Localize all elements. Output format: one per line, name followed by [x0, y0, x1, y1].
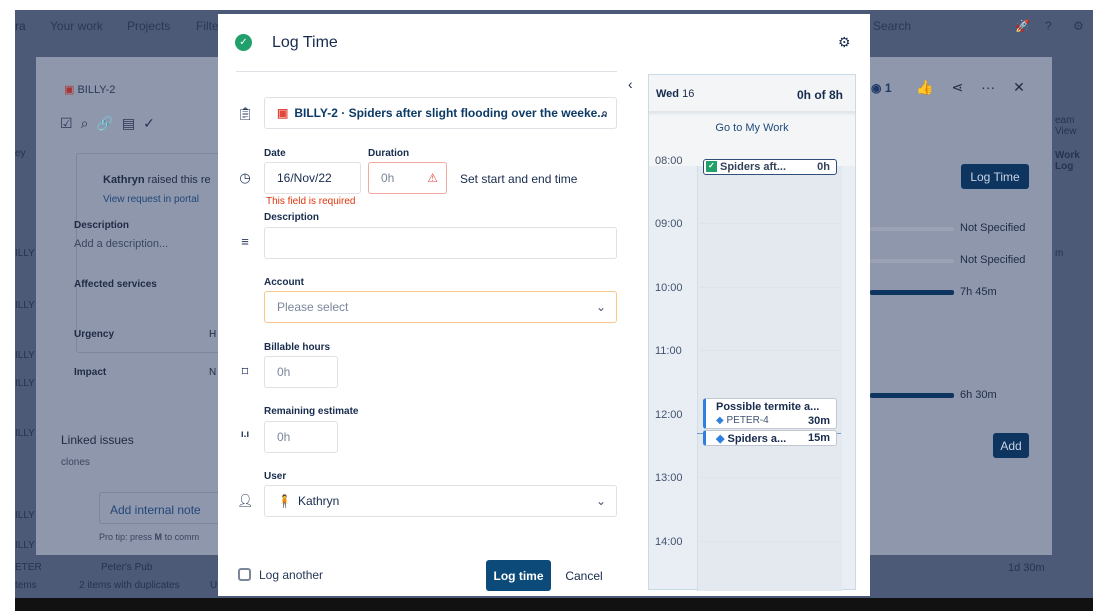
form-icon[interactable]: ▤ [122, 115, 135, 132]
remaining-estimate-field[interactable]: 0h [264, 421, 338, 453]
diamond-icon: ◆ [716, 415, 724, 426]
date-field[interactable]: 16/Nov/22 [264, 162, 361, 194]
checkbox-icon: ✓ [706, 161, 717, 172]
search-icon[interactable]: ⌕ [81, 115, 89, 132]
chevron-left-icon[interactable]: ‹ [628, 76, 633, 92]
add-button[interactable]: Add [993, 433, 1029, 458]
calendar-event[interactable]: ✓ Spiders aft... 0h [703, 159, 837, 175]
check-circle-icon[interactable]: ✓ [143, 115, 155, 132]
text-lines-icon: ≡ [241, 234, 249, 249]
account-select[interactable]: Please select ⌄ [264, 291, 617, 323]
avatar: 🧍 [277, 494, 292, 508]
set-start-end-link[interactable]: Set start and end time [460, 172, 577, 186]
issue-toolbar: ☑ ⌕ 🔗 ▤ ✓ [60, 115, 155, 132]
issue-key[interactable]: ▣ BILLY-2 [64, 83, 115, 96]
issue-picker[interactable]: ▣ BILLY-2 · Spiders after slight flooding… [264, 97, 617, 129]
add-internal-note[interactable]: Add internal note [99, 492, 229, 524]
warning-icon: ⚠ [427, 171, 438, 185]
calendar-event[interactable]: ◆ Spiders a... 15m [703, 430, 837, 446]
diamond-icon: ◆ [716, 433, 725, 445]
user-select[interactable]: 🧍 Kathryn ⌄ [264, 485, 617, 517]
hour-label: 14:00 [655, 536, 683, 548]
issue-type-icon: ▣ [277, 106, 289, 120]
day-calendar: Wed 16 0h of 8h Go to My Work 08:00 09:0… [648, 74, 856, 591]
calendar-event[interactable]: Possible termite a... ◆ PETER-4 30m [703, 398, 837, 429]
success-icon: ✓ [235, 34, 252, 51]
modal-title: Log Time [272, 34, 338, 51]
bar-chart-icon: ı.ı [240, 429, 250, 440]
thumbs-up-icon[interactable]: 👍 [916, 79, 933, 96]
cancel-button[interactable]: Cancel [558, 560, 610, 591]
share-icon[interactable]: ⋖ [951, 79, 963, 96]
settings-gear-icon[interactable]: ⚙ [838, 34, 851, 51]
duration-field[interactable]: 0h ⚠ [368, 162, 447, 194]
view-request-link[interactable]: View request in portal [103, 194, 199, 205]
description-field[interactable] [264, 227, 617, 259]
watchers[interactable]: ◉ 1 [871, 81, 892, 95]
chevron-down-icon: ⌄ [595, 300, 606, 314]
log-another-checkbox[interactable] [238, 568, 251, 581]
billable-icon: ⌑ [241, 364, 249, 379]
log-time-button[interactable]: Log Time [961, 164, 1029, 189]
duration-error: This field is required [266, 196, 356, 207]
log-time-submit-button[interactable]: Log time [486, 560, 551, 591]
chevron-down-icon: ⌄ [595, 494, 606, 508]
search-icon[interactable]: ⌕ [601, 106, 608, 121]
bottom-strip [15, 598, 1093, 611]
checklist-icon[interactable]: ☑ [60, 115, 73, 132]
more-icon[interactable]: ··· [981, 79, 995, 96]
log-another-label[interactable]: Log another [259, 568, 323, 582]
user-icon: 👤︎ [237, 493, 254, 508]
description-placeholder[interactable]: Add a description... [74, 238, 168, 250]
close-icon[interactable]: ✕ [1013, 79, 1025, 96]
clock-icon: ◷ [239, 170, 251, 185]
link-icon[interactable]: 🔗 [96, 115, 113, 132]
clipboard-icon: 📋︎ [237, 106, 254, 121]
billable-hours-field[interactable]: 0h [264, 356, 338, 388]
